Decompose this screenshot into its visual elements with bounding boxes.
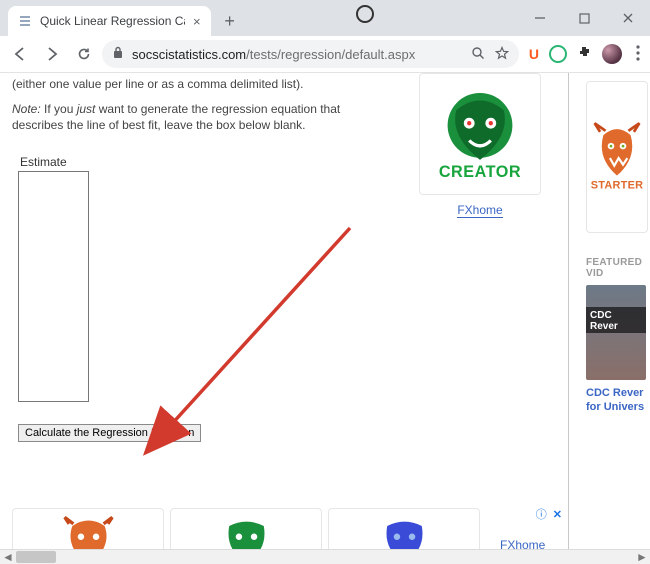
star-icon[interactable]: [495, 46, 509, 63]
scroll-right-icon[interactable]: ►: [634, 550, 650, 564]
window-titlebar: Quick Linear Regression Calculat × +: [0, 0, 650, 36]
zoom-icon[interactable]: [471, 46, 485, 63]
tab-close-icon[interactable]: ×: [193, 15, 201, 28]
ad-top: CREATOR FXhome: [410, 73, 550, 218]
right-rail: STARTER FEATURED VID CDC Rever CDC Rever…: [580, 81, 650, 415]
extensions-area: U: [529, 44, 644, 64]
lock-icon: [112, 46, 124, 62]
scroll-left-icon[interactable]: ◄: [0, 550, 16, 564]
browser-toolbar: socscistatistics.com/tests/regression/de…: [0, 36, 650, 73]
address-bar[interactable]: socscistatistics.com/tests/regression/de…: [102, 40, 519, 68]
extensions-button[interactable]: [577, 45, 592, 63]
extension-green-icon[interactable]: [549, 45, 567, 63]
ad-mascot-creator[interactable]: CREATOR: [419, 73, 541, 195]
scroll-thumb[interactable]: [16, 551, 56, 563]
ad-link-fxhome[interactable]: FXhome: [457, 203, 502, 218]
profile-avatar[interactable]: [602, 44, 622, 64]
calculate-button[interactable]: Calculate the Regression Equation: [18, 424, 201, 442]
ad-bottom-row: ⓘ ✕ STARTER: [12, 508, 562, 549]
rail-section-title: FEATURED VID: [586, 257, 650, 279]
horizontal-scrollbar[interactable]: ◄ ►: [0, 549, 650, 564]
intro-fragment: (either one value per line or as a comma…: [12, 77, 382, 91]
back-button[interactable]: [6, 40, 34, 68]
browser-tab[interactable]: Quick Linear Regression Calculat ×: [8, 6, 211, 36]
rail-ad-starter[interactable]: STARTER: [586, 81, 648, 233]
rail-video-caption[interactable]: CDC Rever for Univers: [586, 386, 650, 415]
note-paragraph: Note: If you just want to generate the r…: [12, 101, 372, 133]
svg-text:STARTER: STARTER: [591, 180, 644, 192]
url-text: socscistatistics.com/tests/regression/de…: [132, 47, 415, 62]
svg-text:CREATOR: CREATOR: [439, 163, 521, 181]
ad-card-artist[interactable]: ARTIST: [328, 508, 480, 549]
window-minimize-button[interactable]: [518, 0, 562, 36]
window-close-button[interactable]: [606, 0, 650, 36]
record-indicator-icon[interactable]: [356, 5, 374, 23]
estimate-label: Estimate: [20, 155, 382, 169]
tab-title: Quick Linear Regression Calculat: [40, 14, 185, 28]
ad-link-fxhome-bottom[interactable]: FXhome: [500, 538, 545, 550]
favicon-icon: [18, 14, 32, 28]
chrome-menu-button[interactable]: [636, 45, 640, 64]
ad-card-creator[interactable]: CREATOR: [170, 508, 322, 549]
estimate-input[interactable]: [18, 171, 89, 402]
rail-video-thumb[interactable]: CDC Rever: [586, 285, 646, 380]
reload-button[interactable]: [70, 40, 98, 68]
extension-u-icon[interactable]: U: [529, 46, 539, 62]
window-maximize-button[interactable]: [562, 0, 606, 36]
column-divider: [568, 73, 569, 549]
new-tab-button[interactable]: +: [217, 8, 243, 34]
ad-info-icon[interactable]: ⓘ: [536, 506, 547, 522]
ad-card-starter[interactable]: STARTER: [12, 508, 164, 549]
forward-button[interactable]: [38, 40, 66, 68]
rail-video-overlay: CDC Rever: [586, 307, 646, 333]
ad-close-icon[interactable]: ✕: [553, 508, 562, 521]
